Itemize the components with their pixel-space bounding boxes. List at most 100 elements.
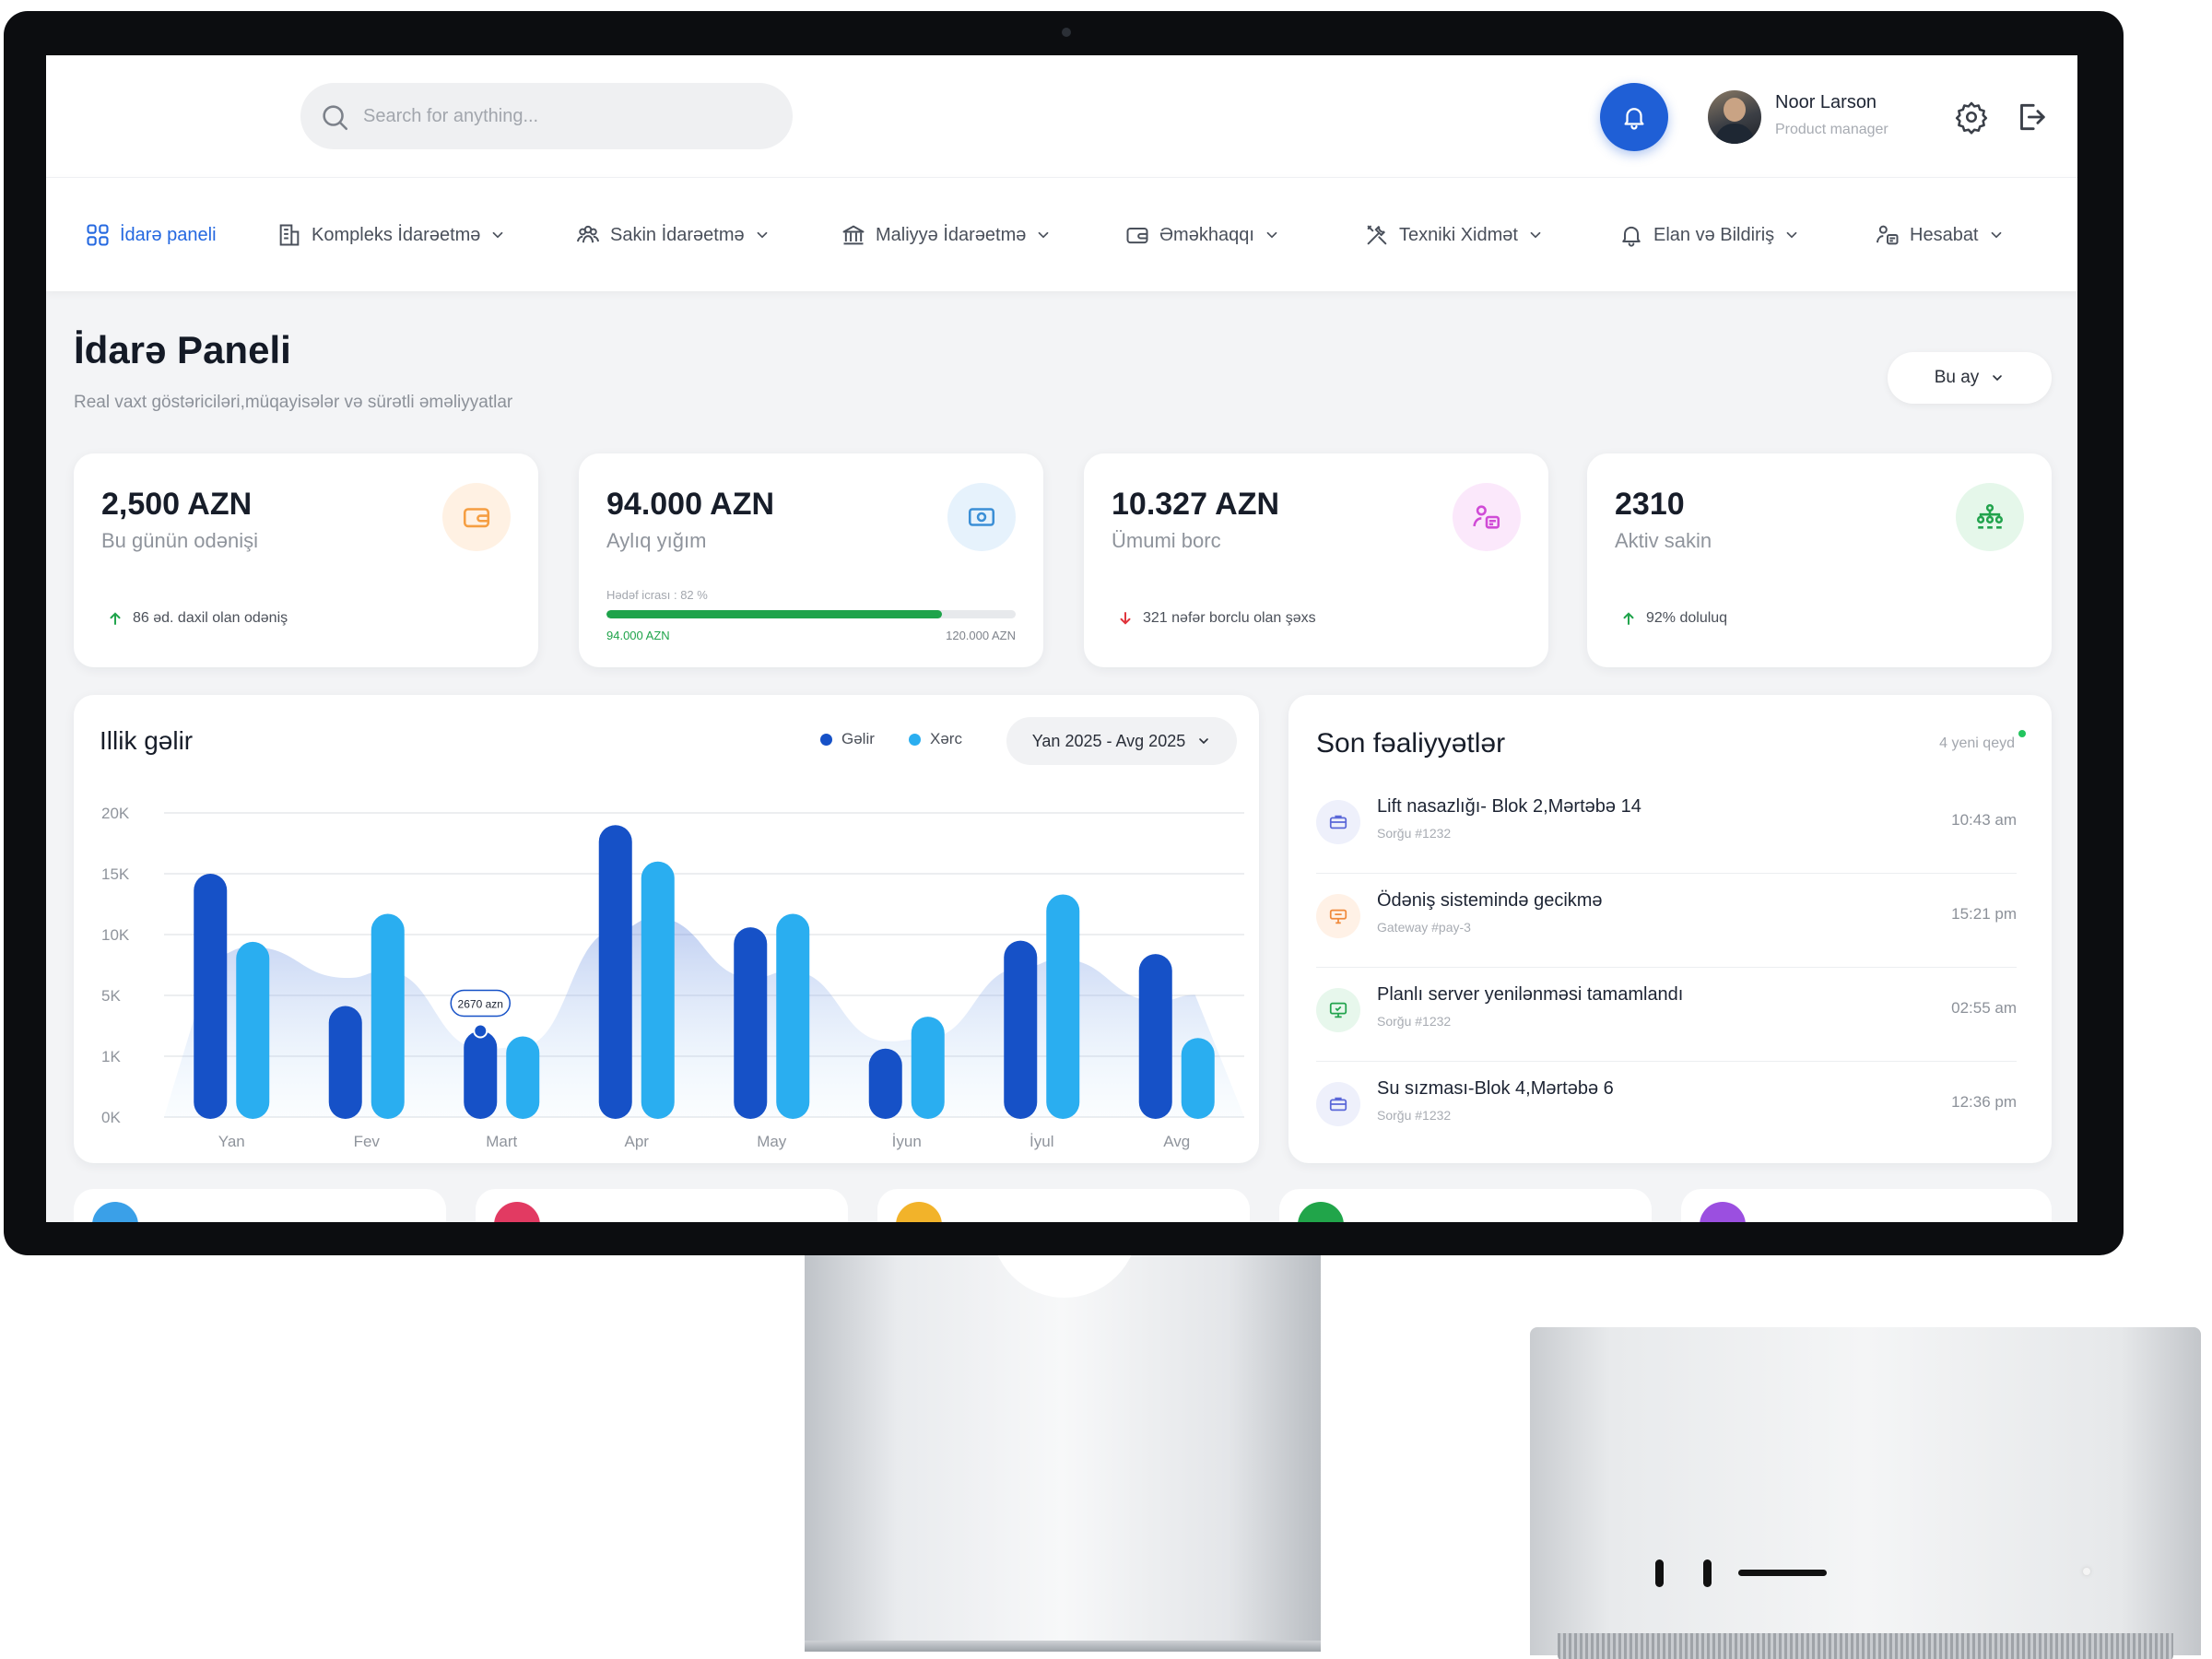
quick-action-card[interactable] xyxy=(74,1189,446,1222)
user-name: Noor Larson xyxy=(1775,92,1877,112)
kpi-value: 2,500 AZN xyxy=(101,487,253,522)
kpi-foot-text: 92% doluluq xyxy=(1646,610,1728,626)
bar-expense xyxy=(911,1017,945,1119)
briefcase-icon xyxy=(1329,1097,1347,1112)
nav-item-label: İdarə paneli xyxy=(120,224,217,245)
bell-icon xyxy=(1622,226,1641,247)
bar-expense xyxy=(776,913,810,1119)
x-tick-label: Fev xyxy=(354,1133,381,1150)
grid-icon xyxy=(87,224,109,246)
org-icon xyxy=(1976,503,2004,529)
usb-port xyxy=(1655,1559,1664,1587)
bar-income xyxy=(734,927,768,1119)
bar-income xyxy=(464,1030,498,1119)
monitor-stand xyxy=(805,1246,1321,1652)
x-tick-label: May xyxy=(757,1133,787,1150)
nav-item-label: Kompleks İdarəetmə xyxy=(312,224,481,245)
legend-label: Gəlir xyxy=(841,730,875,747)
activity-icon-badge xyxy=(1316,988,1360,1032)
bar-expense xyxy=(506,1036,540,1119)
kpi-value: 94.000 AZN xyxy=(606,487,775,522)
nav-item-residents[interactable]: Sakin İdarəetmə xyxy=(575,215,771,255)
activity-item[interactable]: Su sızması-Blok 4,Mərtəbə 6 Sorğu #1232 … xyxy=(1316,1062,2017,1156)
kpi-footnote: 321 nəfər borclu olan şəxs xyxy=(1117,610,1316,627)
camera-icon xyxy=(1062,28,1071,37)
activity-time: 10:43 am xyxy=(1951,811,2017,829)
nav-item-complex[interactable]: Kompleks İdarəetmə xyxy=(276,215,506,255)
bar-income xyxy=(868,1048,902,1119)
quick-action-icon xyxy=(896,1202,942,1222)
nav-item-reports[interactable]: Hesabat xyxy=(1875,215,2005,255)
activity-item[interactable]: Ödəniş sistemində gecikmə Gateway #pay-3… xyxy=(1316,874,2017,968)
notifications-button[interactable] xyxy=(1600,83,1668,151)
activity-ref: Gateway #pay-3 xyxy=(1377,920,1471,935)
quick-action-card[interactable] xyxy=(476,1189,848,1222)
quick-action-icon xyxy=(1298,1202,1344,1222)
kpi-footnote: 86 əd. daxil olan odəniş xyxy=(107,610,288,627)
nav-item-dashboard[interactable]: İdarə paneli xyxy=(85,215,217,255)
page-subtitle: Real vaxt göstəriciləri,müqayisələr və s… xyxy=(74,393,513,412)
chevron-down-icon xyxy=(757,231,767,239)
quick-action-card[interactable] xyxy=(1279,1189,1652,1222)
period-value: Bu ay xyxy=(1934,368,1980,387)
activity-item[interactable]: Lift nasazlığı- Blok 2,Mərtəbə 14 Sorğu … xyxy=(1316,780,2017,874)
progress-fill xyxy=(606,610,943,618)
arrow-up-icon xyxy=(110,612,121,625)
activity-title: Son fəaliyyətlər xyxy=(1316,728,1506,759)
bar-income xyxy=(1004,940,1038,1119)
kpi-card-monthly-collection: 94.000 AZN Aylıq yığım Hədəf icrası : 82… xyxy=(579,453,1043,667)
nav-item-tech-service[interactable]: Texniki Xidmət xyxy=(1364,215,1544,255)
activity-icon-badge xyxy=(1316,894,1360,938)
nav-item-salary[interactable]: Əməkhaqqı xyxy=(1124,215,1280,255)
search-input[interactable] xyxy=(363,100,769,133)
chevron-down-icon xyxy=(1266,231,1277,239)
y-tick-label: 15K xyxy=(101,865,130,883)
briefcase-icon xyxy=(1329,815,1347,830)
legend-label: Xərc xyxy=(930,730,962,747)
legend-item-income: Gəlir xyxy=(820,730,875,748)
usb-port xyxy=(1703,1559,1712,1587)
app-screen: Noor Larson Product manager İdarə paneli… xyxy=(46,55,2077,1222)
period-select[interactable]: Bu ay xyxy=(1888,352,2052,404)
activity-item[interactable]: Planlı server yenilənməsi tamamlandı Sor… xyxy=(1316,968,2017,1062)
kpi-icon-badge xyxy=(442,483,511,551)
tooltip-label: 2670 azn xyxy=(458,997,503,1010)
activity-title-text: Su sızması-Blok 4,Mərtəbə 6 xyxy=(1377,1078,1614,1099)
avatar[interactable] xyxy=(1708,90,1761,144)
quick-action-card[interactable] xyxy=(1681,1189,2052,1222)
nav-item-label: Texniki Xidmət xyxy=(1399,224,1518,245)
kpi-label: Ümumi borc xyxy=(1112,529,1221,552)
building-icon xyxy=(279,224,300,246)
progress-caption: Hədəf icrası : 82 % xyxy=(606,588,708,602)
quick-action-card[interactable] xyxy=(877,1189,1250,1222)
kpi-card-total-debt: 10.327 AZN Ümumi borc 321 nəfər borclu o… xyxy=(1084,453,1548,667)
annual-income-chart-card: 20K 15K 10K 5K 1K 0K Yan Fev Mart Apr May İyun İyul A… xyxy=(74,695,1259,1163)
activity-title-text: Ödəniş sistemində gecikmə xyxy=(1377,890,1603,911)
x-tick-label: Avg xyxy=(1163,1133,1190,1150)
highlight-point xyxy=(473,1023,488,1039)
gear-icon[interactable] xyxy=(1954,100,1989,135)
legend-item-expense: Xərc xyxy=(909,730,962,748)
nav-item-label: Maliyyə İdarəetmə xyxy=(876,224,1027,245)
legend-dot xyxy=(909,733,921,746)
logout-icon[interactable] xyxy=(2013,100,2048,135)
chart-range-select[interactable]: Yan 2025 - Avg 2025 xyxy=(1006,717,1237,765)
activity-time: 12:36 pm xyxy=(1951,1093,2017,1111)
progress-bar xyxy=(606,610,1016,618)
cash-icon xyxy=(968,508,995,526)
nav-item-announcements[interactable]: Elan və Bildiriş xyxy=(1618,215,1800,255)
activity-icon-badge xyxy=(1316,800,1360,844)
kpi-icon-badge xyxy=(947,483,1016,551)
nav-item-finance[interactable]: Maliyyə İdarəetmə xyxy=(841,215,1052,255)
x-tick-label: Yan xyxy=(218,1133,245,1150)
nav-item-label: Hesabat xyxy=(1910,224,1979,245)
annual-income-chart: 20K 15K 10K 5K 1K 0K Yan Fev Mart Apr May İyun İyul A… xyxy=(101,805,1244,1150)
x-tick-label: Mart xyxy=(486,1133,517,1150)
bar-expense xyxy=(371,913,405,1119)
area-shape xyxy=(164,917,1244,1117)
kpi-foot-text: 86 əd. daxil olan odəniş xyxy=(133,610,288,626)
bar-expense xyxy=(1046,894,1080,1119)
nav-item-label: Əməkhaqqı xyxy=(1159,224,1254,245)
search-bar[interactable] xyxy=(300,83,793,149)
chevron-down-icon xyxy=(1199,738,1209,745)
